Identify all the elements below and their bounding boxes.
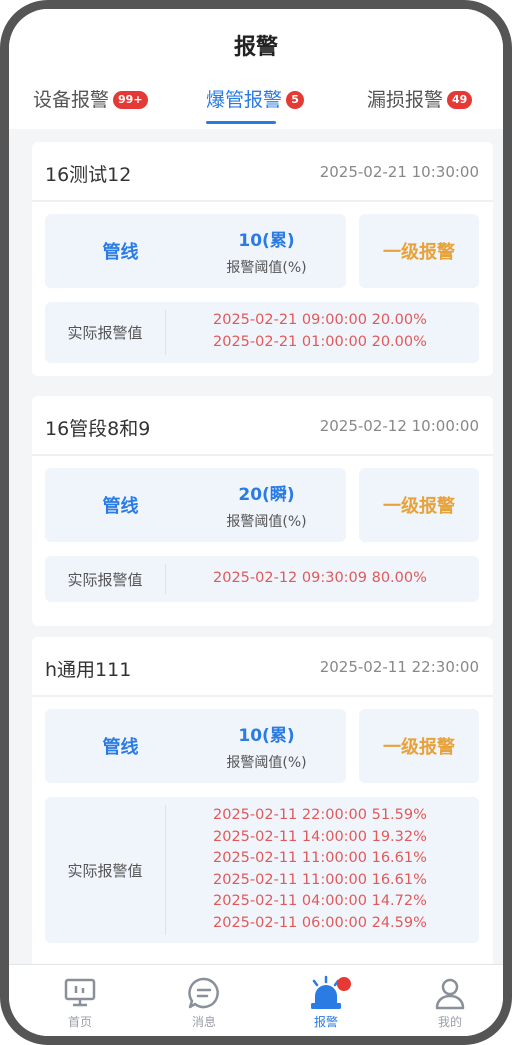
- actual-value: 2025-02-21 09:00:00 20.00%: [213, 312, 427, 328]
- tabbar-label: 消息: [191, 1015, 216, 1029]
- card-time: 2025-02-12 10:00:00: [319, 417, 479, 435]
- tab-label: 爆管报警: [206, 89, 283, 111]
- tab-burst-alarm[interactable]: 爆管报警 5: [206, 87, 305, 127]
- card-pipe-name: 16测试12: [45, 164, 132, 186]
- tab-label: 设备报警: [33, 89, 110, 111]
- person-icon: [435, 978, 465, 1010]
- tab-leak-alarm[interactable]: 漏损报警 49: [367, 87, 473, 127]
- tabbar-item-messages[interactable]: 消息: [164, 975, 244, 1030]
- threshold-box: 20(瞬) 报警阈值(%): [187, 468, 346, 542]
- actual-value: 2025-02-11 06:00:00 24.59%: [213, 914, 427, 931]
- card-time: 2025-02-21 10:30:00: [319, 163, 479, 181]
- type-box: 管线: [45, 709, 196, 783]
- pipe-type: 管线: [102, 242, 139, 263]
- alarm-level: 一级报警: [383, 242, 455, 263]
- actual-value-list: 2025-02-21 09:00:00 20.00% 2025-02-21 01…: [213, 310, 427, 353]
- tab-badge: 49: [447, 91, 473, 109]
- pipe-type: 管线: [102, 737, 139, 758]
- threshold-label: 报警阈值(%): [226, 260, 307, 276]
- threshold-box: 10(累) 报警阈值(%): [187, 214, 346, 288]
- level-box: 一级报警: [359, 709, 479, 783]
- tabbar-label: 报警: [313, 1015, 338, 1029]
- actual-label: 实际报警值: [67, 861, 143, 880]
- tabbar-label: 我的: [437, 1015, 462, 1029]
- type-box: 管线: [45, 468, 196, 542]
- actual-label: 实际报警值: [67, 324, 143, 342]
- threshold-box: 10(累) 报警阈值(%): [187, 709, 346, 783]
- notification-dot: [337, 977, 351, 991]
- active-tab-underline: [206, 121, 277, 124]
- tab-badge: 99+: [113, 91, 148, 109]
- alarm-tabs: 设备报警 99+ 爆管报警 5 漏损报警 49: [9, 79, 503, 129]
- actual-label: 实际报警值: [67, 570, 143, 589]
- actual-alarm-values: 实际报警值 2025-02-11 22:00:00 51.59% 2025-02…: [45, 797, 479, 943]
- actual-alarm-values: 实际报警值 2025-02-12 09:30:09 80.00%: [45, 556, 479, 602]
- alarm-card[interactable]: 16管段8和9 2025-02-12 10:00:00 管线 20(瞬) 报警阈…: [32, 396, 493, 626]
- alarm-card[interactable]: 16测试12 2025-02-21 10:30:00 管线 10(累) 报警阈值…: [32, 142, 493, 376]
- card-header: h通用111 2025-02-11 22:30:00: [32, 637, 493, 697]
- actual-value: 2025-02-11 04:00:00 14.72%: [213, 893, 427, 909]
- level-box: 一级报警: [359, 468, 479, 542]
- actual-value: 2025-02-11 11:00:00 16.61%: [213, 850, 427, 866]
- threshold-label: 报警阈值(%): [226, 514, 307, 530]
- alarm-level: 一级报警: [383, 737, 455, 758]
- actual-value-list: 2025-02-11 22:00:00 51.59% 2025-02-11 14…: [213, 805, 427, 934]
- card-pipe-name: h通用111: [45, 659, 132, 681]
- pipe-type: 管线: [102, 496, 139, 517]
- bottom-tab-bar: 首页 消息 报警 我的: [9, 964, 503, 1036]
- actual-alarm-values: 实际报警值 2025-02-21 09:00:00 20.00% 2025-02…: [45, 302, 479, 363]
- device-frame: 报警 设备报警 99+ 爆管报警 5 漏损报警 49 16测试12 2025-0…: [0, 0, 512, 1045]
- actual-value: 2025-02-11 22:00:00 51.59%: [213, 807, 427, 823]
- actual-value-list: 2025-02-12 09:30:09 80.00%: [213, 568, 427, 590]
- actual-value: 2025-02-11 11:00:00 16.61%: [213, 871, 427, 888]
- tabbar-item-home[interactable]: 首页: [40, 975, 120, 1030]
- tabbar-item-alarm[interactable]: 报警: [286, 975, 366, 1030]
- threshold-value: 10(累): [238, 231, 295, 251]
- alarm-card[interactable]: h通用111 2025-02-11 22:30:00 管线 10(累) 报警阈值…: [32, 637, 493, 967]
- type-box: 管线: [45, 214, 196, 288]
- divider: [165, 564, 166, 594]
- actual-value: 2025-02-12 09:30:09 80.00%: [213, 570, 427, 586]
- tabbar-label: 首页: [67, 1015, 92, 1029]
- threshold-value: 10(累): [238, 726, 295, 746]
- tab-device-alarm[interactable]: 设备报警 99+: [33, 87, 148, 127]
- chat-icon: [188, 977, 219, 1009]
- threshold-label: 报警阈值(%): [226, 755, 307, 771]
- card-time: 2025-02-11 22:30:00: [319, 658, 479, 676]
- card-pipe-name: 16管段8和9: [45, 418, 151, 440]
- tab-label: 漏损报警: [367, 89, 444, 111]
- actual-value: 2025-02-21 01:00:00 20.00%: [213, 333, 427, 350]
- card-header: 16管段8和9 2025-02-12 10:00:00: [32, 396, 493, 456]
- page-title: 报警: [233, 35, 278, 60]
- card-header: 16测试12 2025-02-21 10:30:00: [32, 142, 493, 202]
- tab-badge: 5: [286, 91, 305, 109]
- tabbar-item-profile[interactable]: 我的: [410, 975, 490, 1030]
- threshold-value: 20(瞬): [238, 485, 295, 505]
- actual-value: 2025-02-11 14:00:00 19.32%: [213, 828, 427, 845]
- alarm-level: 一级报警: [383, 496, 455, 517]
- page-header: 报警: [9, 9, 503, 79]
- level-box: 一级报警: [359, 214, 479, 288]
- divider: [165, 310, 166, 355]
- divider: [165, 805, 166, 935]
- monitor-icon: [64, 978, 96, 1007]
